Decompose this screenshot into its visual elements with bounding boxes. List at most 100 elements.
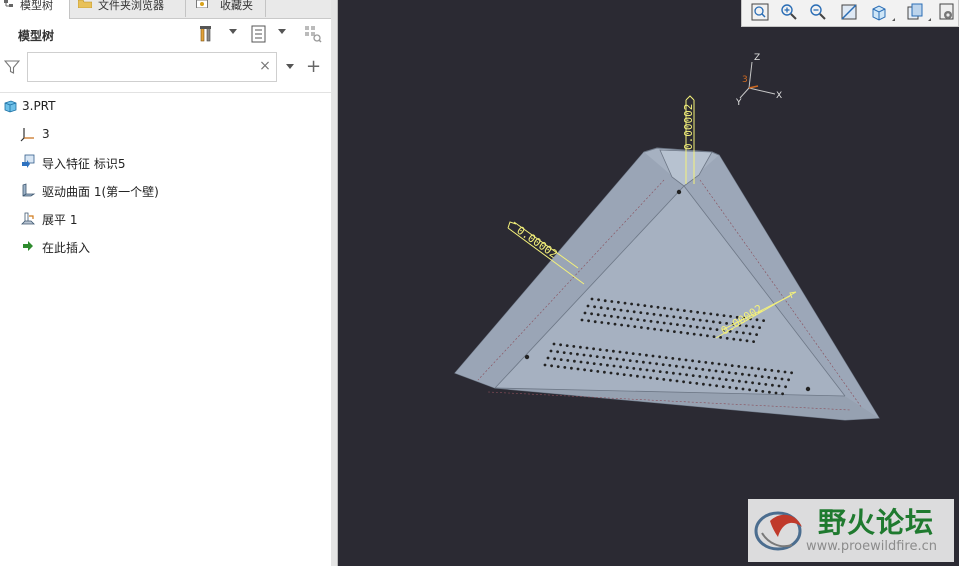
perforation-hole xyxy=(725,336,729,340)
perforation-hole xyxy=(619,308,623,312)
perforation-hole xyxy=(682,324,686,327)
perforation-hole xyxy=(646,312,649,315)
perforation-hole xyxy=(579,345,582,349)
tree-item-import-feature[interactable]: 导入特征 标识5 xyxy=(0,151,330,173)
perforation-hole xyxy=(622,373,626,376)
perforation-hole xyxy=(629,374,633,377)
tab-favorites[interactable]: 收藏夹 xyxy=(186,0,266,17)
perforation-hole xyxy=(669,322,673,326)
perforation-hole xyxy=(612,364,616,368)
perforation-hole xyxy=(727,371,731,374)
perforation-hole xyxy=(653,327,656,331)
import-feature-icon xyxy=(22,154,35,168)
search-input[interactable] xyxy=(27,52,277,82)
perforation-hole xyxy=(552,342,556,346)
tab-model-tree[interactable]: 模型树 xyxy=(0,0,70,19)
perforation-hole xyxy=(609,371,613,375)
filter-funnel-icon[interactable] xyxy=(4,59,20,75)
perforation-hole xyxy=(685,317,689,320)
perforation-hole xyxy=(615,357,619,361)
perforation-hole xyxy=(599,363,603,366)
perforation-hole xyxy=(646,326,650,330)
part-icon xyxy=(4,100,17,113)
perforation-hole xyxy=(643,319,646,322)
perforation-hole xyxy=(666,329,670,333)
tree-filter-grid-icon[interactable] xyxy=(304,25,322,43)
clear-search-icon[interactable]: × xyxy=(258,58,272,74)
perforation-hole xyxy=(709,312,713,316)
tree-settings-dropdown-icon[interactable] xyxy=(229,29,237,34)
perforation-hole xyxy=(711,361,714,365)
perforation-hole xyxy=(741,372,744,376)
perforation-hole xyxy=(602,356,606,359)
perforation-hole xyxy=(625,351,628,355)
perforation-hole xyxy=(757,367,760,371)
perforation-hole xyxy=(747,373,751,377)
perforation-hole xyxy=(701,368,705,371)
perforation-hole xyxy=(652,369,655,373)
perforation-hole xyxy=(566,359,570,362)
perforation-hole xyxy=(738,379,741,383)
perforation-hole xyxy=(675,379,679,383)
perforation-hole xyxy=(562,351,566,354)
saved-orientations-icon[interactable] xyxy=(869,2,889,22)
perforation-hole xyxy=(790,371,793,375)
tree-item-part[interactable]: 3.PRT xyxy=(0,95,330,117)
tree-settings-icon[interactable] xyxy=(198,25,216,43)
perforation-hole xyxy=(761,390,765,393)
tree-item-coordinate-system[interactable]: 3 xyxy=(0,123,330,145)
perforation-hole xyxy=(732,337,736,341)
sheet-metal-part[interactable] xyxy=(454,147,880,421)
view-manager-icon[interactable] xyxy=(937,2,957,22)
orientation-dropdown-icon[interactable] xyxy=(889,18,895,21)
perforation-hole xyxy=(705,319,709,323)
perforation-hole xyxy=(754,374,757,378)
perforation-hole xyxy=(596,370,600,373)
zoom-out-icon[interactable] xyxy=(808,2,828,22)
repaint-icon[interactable] xyxy=(839,2,859,22)
tab-folder-browser[interactable]: 文件夹浏览器 xyxy=(70,0,186,17)
perforation-hole xyxy=(671,357,675,360)
perforation-hole xyxy=(763,368,767,371)
refit-icon[interactable] xyxy=(750,2,770,22)
coordinate-triad: Z X Y 3 xyxy=(735,53,782,108)
search-options-dropdown-icon[interactable] xyxy=(286,64,294,69)
perforation-hole xyxy=(556,350,559,354)
display-style-icon[interactable] xyxy=(905,2,925,22)
graphics-viewport[interactable]: 0.00002 0.00002 0.00002 Z X Y 3 xyxy=(338,0,959,566)
perforation-hole xyxy=(718,377,721,381)
perforation-hole xyxy=(718,321,722,324)
perforation-hole xyxy=(681,365,685,369)
perforation-hole xyxy=(645,353,648,357)
favorites-icon xyxy=(196,0,208,8)
perforation-hole xyxy=(603,370,606,374)
tree-item-flatten[interactable]: 展平 1 xyxy=(0,207,330,229)
perforation-hole xyxy=(777,369,780,373)
show-columns-icon[interactable] xyxy=(250,25,268,43)
display-style-dropdown-icon[interactable] xyxy=(925,18,931,21)
tree-item-driving-surface[interactable]: 驱动曲面 1(第一个壁) xyxy=(0,179,330,201)
perforation-hole xyxy=(620,323,623,327)
panel-splitter[interactable] xyxy=(331,0,338,566)
perforation-hole xyxy=(768,390,771,394)
search-row: × + xyxy=(0,50,331,86)
perforation-hole xyxy=(685,373,688,377)
perforation-hole xyxy=(658,370,662,373)
perforation-hole xyxy=(724,363,727,367)
perforation-hole xyxy=(597,298,600,302)
add-filter-icon[interactable]: + xyxy=(306,56,321,77)
tree-item-insert-here[interactable]: 在此插入 xyxy=(0,235,330,257)
perforation-hole xyxy=(603,299,607,303)
perforation-hole xyxy=(662,321,666,325)
perforation-hole xyxy=(721,370,724,374)
perforation-hole xyxy=(716,313,719,317)
perforation-hole xyxy=(755,333,758,336)
perforation-hole xyxy=(678,357,681,361)
perforation-hole xyxy=(589,369,593,372)
perforation-hole xyxy=(717,362,721,366)
perforation-hole xyxy=(655,362,658,366)
perforation-hole xyxy=(569,352,573,355)
perforation-hole xyxy=(721,385,725,388)
show-dropdown-icon[interactable] xyxy=(278,29,286,34)
zoom-in-icon[interactable] xyxy=(779,2,799,22)
